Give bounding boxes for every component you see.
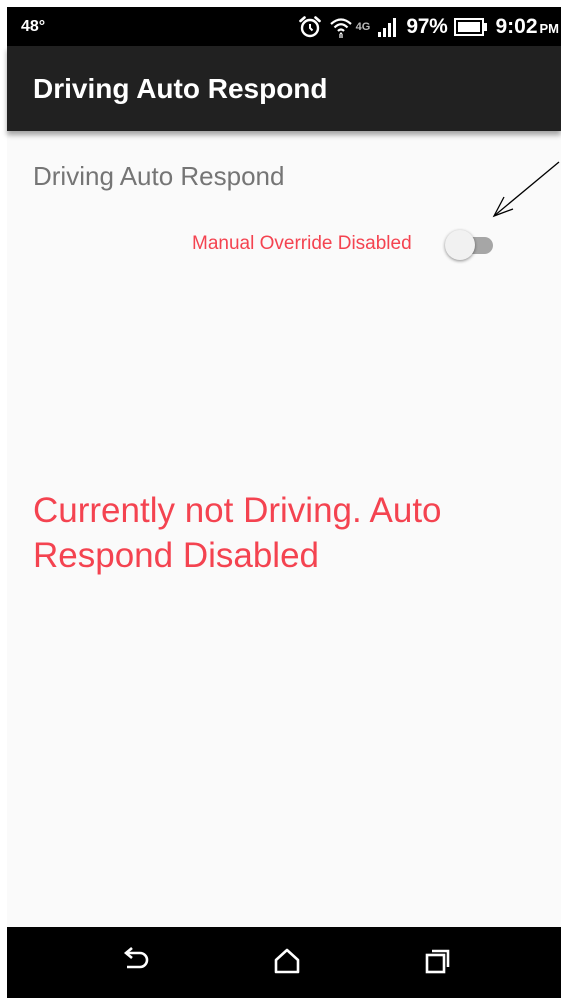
screen: 48° 4G 97% 9:02 PM Driving Auto Respond …: [0, 0, 561, 998]
section-label: Driving Auto Respond: [33, 161, 285, 191]
status-icons: 4G 97% 9:02 PM: [298, 7, 559, 46]
signal-icon: [377, 16, 399, 38]
switch-thumb: [445, 230, 475, 260]
annotation-arrow-icon: [478, 160, 561, 225]
clock: 9:02 PM: [495, 15, 559, 39]
main-content: Driving Auto Respond Manual Override Dis…: [7, 131, 561, 927]
recents-icon: [423, 946, 453, 981]
temperature-readout: 48°: [21, 17, 46, 35]
back-icon: [120, 946, 152, 980]
app-bar: Driving Auto Respond: [7, 46, 561, 131]
alarm-clock-icon: [298, 15, 322, 39]
manual-override-switch[interactable]: [443, 228, 499, 262]
override-label: Manual Override Disabled: [192, 233, 412, 254]
driving-status-message: Currently not Driving. Auto Respond Disa…: [33, 491, 442, 575]
wifi-icon: [329, 15, 353, 39]
navigation-bar: [7, 927, 561, 998]
home-icon: [272, 946, 302, 981]
back-button[interactable]: [118, 945, 154, 981]
battery-icon: [454, 17, 488, 37]
network-type-label: 4G: [355, 20, 371, 33]
recents-button[interactable]: [420, 945, 456, 981]
app-bar-title: Driving Auto Respond: [33, 73, 328, 104]
clock-ampm: PM: [539, 20, 560, 36]
status-bar: 48° 4G 97% 9:02 PM: [7, 7, 561, 46]
home-button[interactable]: [269, 945, 305, 981]
clock-time: 9:02: [495, 14, 538, 38]
battery-percent: 97%: [406, 14, 448, 38]
